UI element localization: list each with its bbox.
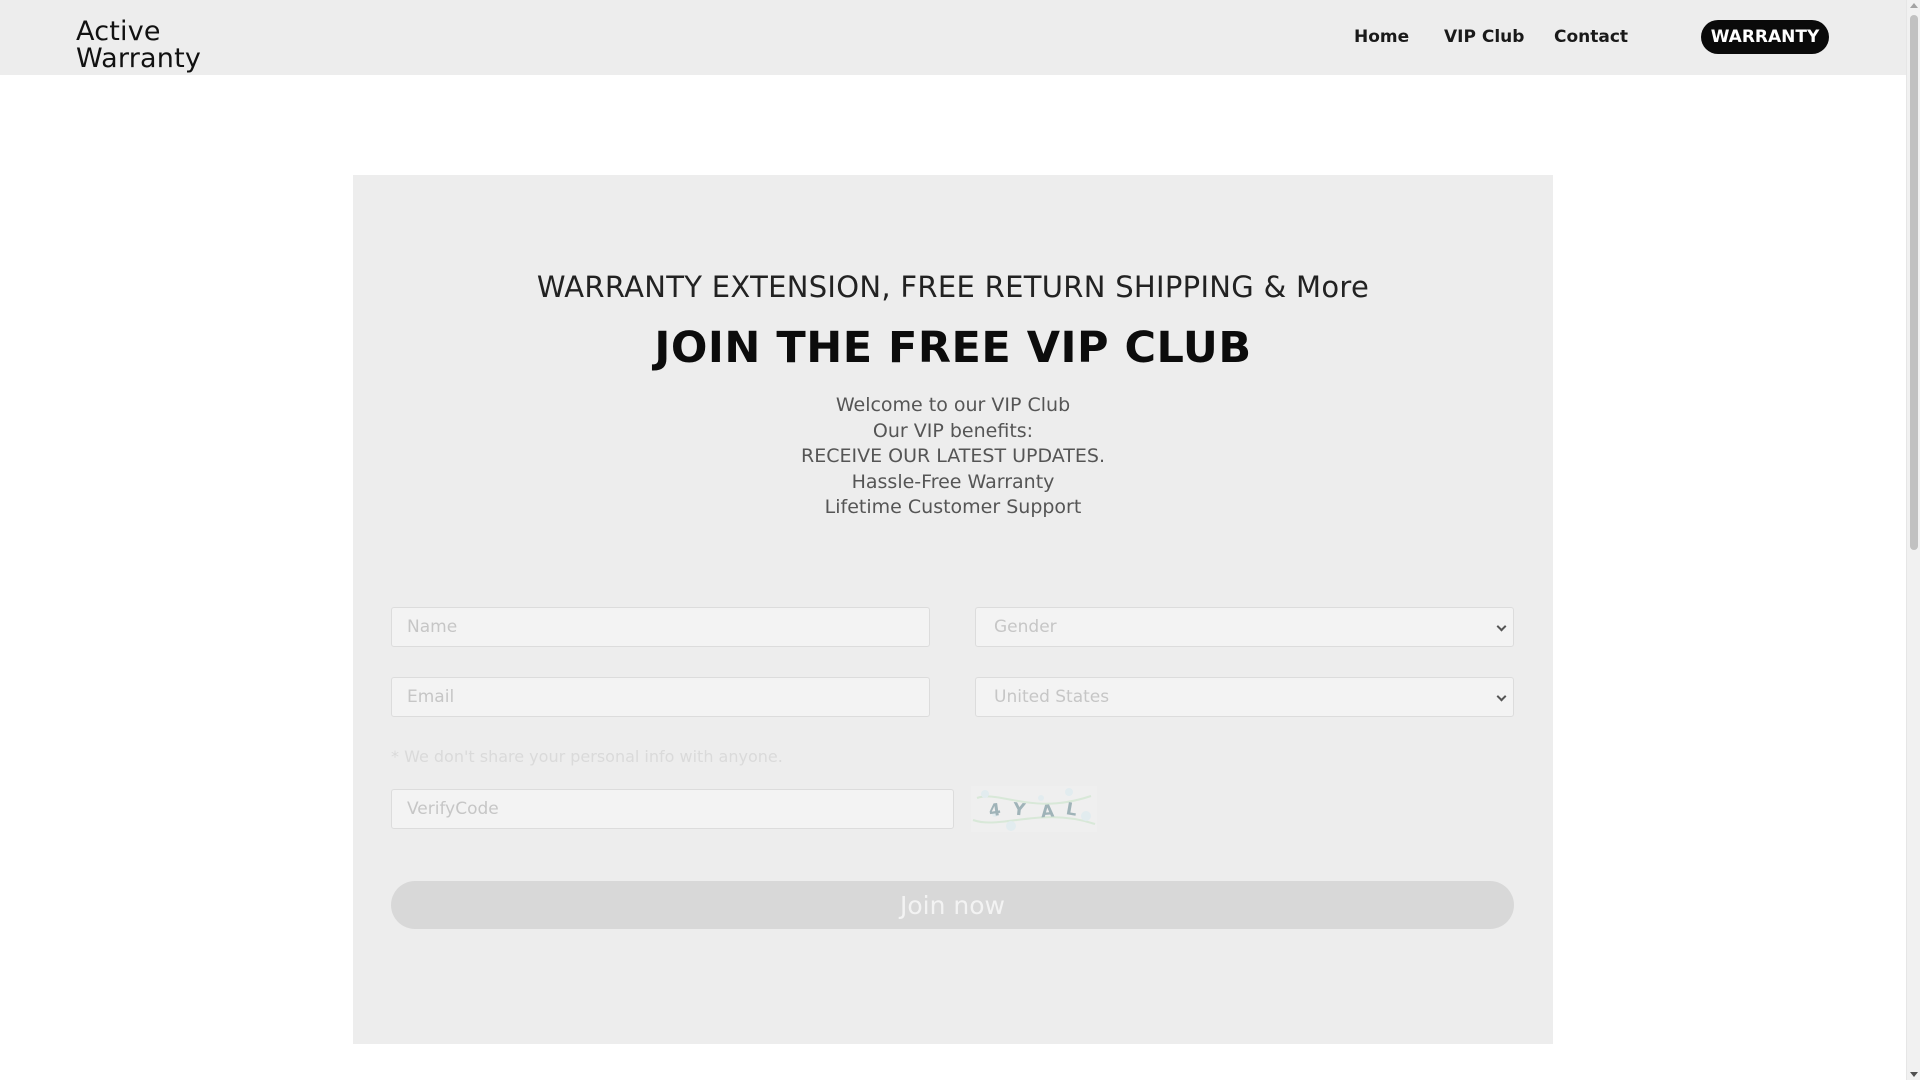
page-scrollbar[interactable] [1906, 0, 1920, 1080]
benefit-item: Hassle-Free Warranty [851, 470, 1055, 493]
benefit-item: Welcome to our VIP Club [835, 394, 1071, 416]
scroll-thumb[interactable] [1910, 15, 1918, 550]
gender-placeholder: Gender [994, 617, 1057, 637]
name-input[interactable]: Name [391, 607, 930, 647]
verify-code-placeholder: VerifyCode [407, 799, 499, 819]
captcha-char: 4 [988, 800, 1003, 821]
warranty-button[interactable]: WARRANTY [1701, 20, 1829, 54]
gender-select[interactable]: Gender [975, 607, 1514, 647]
benefit-item: Lifetime Customer Support [824, 496, 1082, 518]
captcha-char: L [1064, 799, 1078, 821]
nav-home[interactable]: Home [1354, 27, 1409, 47]
benefit-item: RECEIVE OUR LATEST UPDATES. [801, 445, 1105, 467]
captcha-char: A [1040, 801, 1055, 822]
site-logo[interactable]: Active Warranty [76, 18, 201, 72]
chevron-down-icon [1496, 621, 1507, 632]
email-input[interactable]: Email [391, 677, 930, 717]
email-placeholder: Email [407, 687, 455, 707]
chevron-down-icon [1496, 691, 1507, 702]
captcha-char: Y [1011, 799, 1027, 820]
country-value: United States [994, 687, 1110, 707]
scroll-down-arrow-icon[interactable] [1910, 1072, 1918, 1077]
card-subtitle: WARRANTY EXTENSION, FREE RETURN SHIPPING… [536, 270, 1370, 304]
nav-vip-club[interactable]: VIP Club [1444, 27, 1524, 47]
verify-code-input[interactable]: VerifyCode [391, 789, 954, 829]
nav-contact[interactable]: Contact [1554, 27, 1628, 47]
join-now-button[interactable]: Join now [391, 881, 1514, 929]
logo-line-1: Active [76, 16, 161, 47]
card-title: JOIN THE FREE VIP CLUB [654, 323, 1252, 373]
site-header: Active Warranty Home VIP Club Contact WA… [0, 0, 1906, 75]
country-select[interactable]: United States [975, 677, 1514, 717]
vip-signup-card: WARRANTY EXTENSION, FREE RETURN SHIPPING… [353, 175, 1553, 1044]
privacy-note: * We don't share your personal info with… [391, 747, 783, 766]
name-placeholder: Name [407, 617, 458, 637]
benefits-list: Welcome to our VIP Club Our VIP benefits… [353, 393, 1553, 521]
logo-line-2: Warranty [76, 43, 202, 74]
benefit-item: Our VIP benefits: [872, 419, 1034, 442]
scroll-up-arrow-icon[interactable] [1910, 3, 1918, 8]
captcha-image[interactable]: 4 Y A L [971, 786, 1097, 832]
